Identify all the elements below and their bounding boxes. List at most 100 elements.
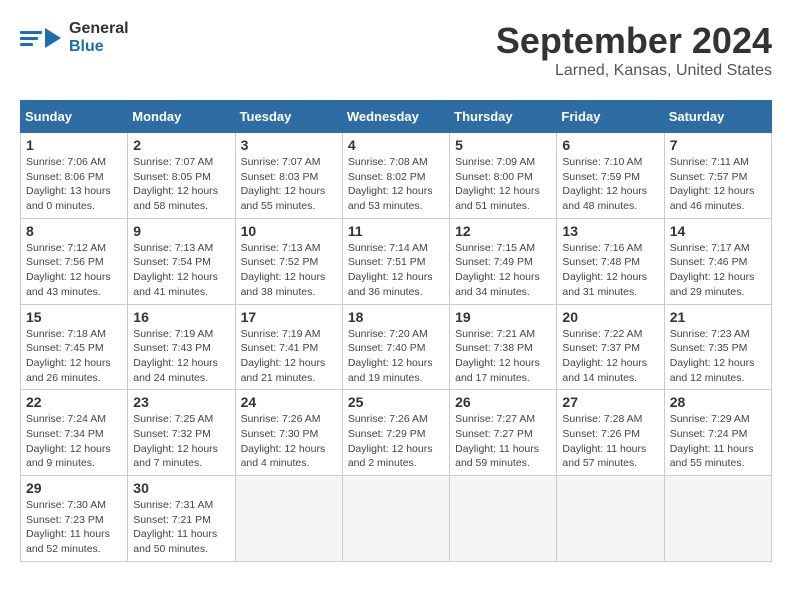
day-info: Sunrise: 7:21 AMSunset: 7:38 PMDaylight:…	[455, 328, 540, 384]
logo-graphic	[20, 28, 61, 48]
day-cell-9: 9 Sunrise: 7:13 AMSunset: 7:54 PMDayligh…	[128, 218, 235, 304]
calendar-table: SundayMondayTuesdayWednesdayThursdayFrid…	[20, 100, 772, 562]
day-number: 27	[562, 394, 658, 410]
col-header-sunday: Sunday	[21, 101, 128, 133]
empty-cell	[664, 476, 771, 562]
col-header-wednesday: Wednesday	[342, 101, 449, 133]
day-cell-30: 30 Sunrise: 7:31 AMSunset: 7:21 PMDaylig…	[128, 476, 235, 562]
day-number: 16	[133, 309, 229, 325]
day-info: Sunrise: 7:08 AMSunset: 8:02 PMDaylight:…	[348, 156, 433, 212]
day-number: 10	[241, 223, 337, 239]
day-info: Sunrise: 7:23 AMSunset: 7:35 PMDaylight:…	[670, 328, 755, 384]
calendar-header-row: SundayMondayTuesdayWednesdayThursdayFrid…	[21, 101, 772, 133]
day-number: 12	[455, 223, 551, 239]
day-info: Sunrise: 7:09 AMSunset: 8:00 PMDaylight:…	[455, 156, 540, 212]
logo-text: General Blue	[69, 20, 129, 56]
day-number: 19	[455, 309, 551, 325]
day-number: 3	[241, 137, 337, 153]
day-cell-1: 1 Sunrise: 7:06 AMSunset: 8:06 PMDayligh…	[21, 133, 128, 219]
day-info: Sunrise: 7:07 AMSunset: 8:05 PMDaylight:…	[133, 156, 218, 212]
day-info: Sunrise: 7:07 AMSunset: 8:03 PMDaylight:…	[241, 156, 326, 212]
day-cell-8: 8 Sunrise: 7:12 AMSunset: 7:56 PMDayligh…	[21, 218, 128, 304]
day-number: 20	[562, 309, 658, 325]
day-cell-19: 19 Sunrise: 7:21 AMSunset: 7:38 PMDaylig…	[450, 304, 557, 390]
day-number: 6	[562, 137, 658, 153]
day-number: 25	[348, 394, 444, 410]
day-number: 9	[133, 223, 229, 239]
day-cell-5: 5 Sunrise: 7:09 AMSunset: 8:00 PMDayligh…	[450, 133, 557, 219]
day-number: 8	[26, 223, 122, 239]
calendar-week-row: 15 Sunrise: 7:18 AMSunset: 7:45 PMDaylig…	[21, 304, 772, 390]
day-cell-16: 16 Sunrise: 7:19 AMSunset: 7:43 PMDaylig…	[128, 304, 235, 390]
day-info: Sunrise: 7:13 AMSunset: 7:52 PMDaylight:…	[241, 242, 326, 298]
day-info: Sunrise: 7:25 AMSunset: 7:32 PMDaylight:…	[133, 413, 218, 469]
day-info: Sunrise: 7:12 AMSunset: 7:56 PMDaylight:…	[26, 242, 111, 298]
day-cell-28: 28 Sunrise: 7:29 AMSunset: 7:24 PMDaylig…	[664, 390, 771, 476]
empty-cell	[557, 476, 664, 562]
col-header-tuesday: Tuesday	[235, 101, 342, 133]
page-header: General Blue September 2024 Larned, Kans…	[20, 20, 772, 90]
day-cell-20: 20 Sunrise: 7:22 AMSunset: 7:37 PMDaylig…	[557, 304, 664, 390]
calendar-title-section: September 2024 Larned, Kansas, United St…	[496, 20, 772, 80]
day-number: 28	[670, 394, 766, 410]
day-info: Sunrise: 7:13 AMSunset: 7:54 PMDaylight:…	[133, 242, 218, 298]
day-number: 21	[670, 309, 766, 325]
day-info: Sunrise: 7:24 AMSunset: 7:34 PMDaylight:…	[26, 413, 111, 469]
day-info: Sunrise: 7:06 AMSunset: 8:06 PMDaylight:…	[26, 156, 111, 212]
day-cell-25: 25 Sunrise: 7:26 AMSunset: 7:29 PMDaylig…	[342, 390, 449, 476]
day-info: Sunrise: 7:15 AMSunset: 7:49 PMDaylight:…	[455, 242, 540, 298]
day-number: 29	[26, 480, 122, 496]
day-cell-6: 6 Sunrise: 7:10 AMSunset: 7:59 PMDayligh…	[557, 133, 664, 219]
day-number: 22	[26, 394, 122, 410]
day-info: Sunrise: 7:19 AMSunset: 7:41 PMDaylight:…	[241, 328, 326, 384]
day-info: Sunrise: 7:27 AMSunset: 7:27 PMDaylight:…	[455, 413, 539, 469]
calendar-week-row: 8 Sunrise: 7:12 AMSunset: 7:56 PMDayligh…	[21, 218, 772, 304]
day-info: Sunrise: 7:30 AMSunset: 7:23 PMDaylight:…	[26, 499, 110, 555]
day-cell-26: 26 Sunrise: 7:27 AMSunset: 7:27 PMDaylig…	[450, 390, 557, 476]
day-info: Sunrise: 7:26 AMSunset: 7:30 PMDaylight:…	[241, 413, 326, 469]
calendar-week-row: 1 Sunrise: 7:06 AMSunset: 8:06 PMDayligh…	[21, 133, 772, 219]
day-number: 2	[133, 137, 229, 153]
calendar-week-row: 22 Sunrise: 7:24 AMSunset: 7:34 PMDaylig…	[21, 390, 772, 476]
day-cell-22: 22 Sunrise: 7:24 AMSunset: 7:34 PMDaylig…	[21, 390, 128, 476]
day-number: 5	[455, 137, 551, 153]
day-number: 30	[133, 480, 229, 496]
day-info: Sunrise: 7:31 AMSunset: 7:21 PMDaylight:…	[133, 499, 217, 555]
col-header-monday: Monday	[128, 101, 235, 133]
day-info: Sunrise: 7:29 AMSunset: 7:24 PMDaylight:…	[670, 413, 754, 469]
day-number: 7	[670, 137, 766, 153]
day-cell-11: 11 Sunrise: 7:14 AMSunset: 7:51 PMDaylig…	[342, 218, 449, 304]
col-header-saturday: Saturday	[664, 101, 771, 133]
col-header-thursday: Thursday	[450, 101, 557, 133]
day-cell-18: 18 Sunrise: 7:20 AMSunset: 7:40 PMDaylig…	[342, 304, 449, 390]
day-cell-23: 23 Sunrise: 7:25 AMSunset: 7:32 PMDaylig…	[128, 390, 235, 476]
day-info: Sunrise: 7:20 AMSunset: 7:40 PMDaylight:…	[348, 328, 433, 384]
location-subtitle: Larned, Kansas, United States	[496, 62, 772, 80]
day-cell-14: 14 Sunrise: 7:17 AMSunset: 7:46 PMDaylig…	[664, 218, 771, 304]
day-cell-29: 29 Sunrise: 7:30 AMSunset: 7:23 PMDaylig…	[21, 476, 128, 562]
day-number: 15	[26, 309, 122, 325]
day-number: 1	[26, 137, 122, 153]
day-number: 4	[348, 137, 444, 153]
calendar-week-row: 29 Sunrise: 7:30 AMSunset: 7:23 PMDaylig…	[21, 476, 772, 562]
day-cell-21: 21 Sunrise: 7:23 AMSunset: 7:35 PMDaylig…	[664, 304, 771, 390]
day-info: Sunrise: 7:17 AMSunset: 7:46 PMDaylight:…	[670, 242, 755, 298]
day-cell-24: 24 Sunrise: 7:26 AMSunset: 7:30 PMDaylig…	[235, 390, 342, 476]
day-info: Sunrise: 7:10 AMSunset: 7:59 PMDaylight:…	[562, 156, 647, 212]
day-number: 23	[133, 394, 229, 410]
day-info: Sunrise: 7:22 AMSunset: 7:37 PMDaylight:…	[562, 328, 647, 384]
logo: General Blue	[20, 20, 129, 56]
day-number: 11	[348, 223, 444, 239]
day-cell-15: 15 Sunrise: 7:18 AMSunset: 7:45 PMDaylig…	[21, 304, 128, 390]
month-title: September 2024	[496, 20, 772, 62]
day-info: Sunrise: 7:19 AMSunset: 7:43 PMDaylight:…	[133, 328, 218, 384]
day-cell-2: 2 Sunrise: 7:07 AMSunset: 8:05 PMDayligh…	[128, 133, 235, 219]
day-info: Sunrise: 7:26 AMSunset: 7:29 PMDaylight:…	[348, 413, 433, 469]
day-number: 18	[348, 309, 444, 325]
day-info: Sunrise: 7:18 AMSunset: 7:45 PMDaylight:…	[26, 328, 111, 384]
day-number: 17	[241, 309, 337, 325]
empty-cell	[235, 476, 342, 562]
day-info: Sunrise: 7:14 AMSunset: 7:51 PMDaylight:…	[348, 242, 433, 298]
day-cell-13: 13 Sunrise: 7:16 AMSunset: 7:48 PMDaylig…	[557, 218, 664, 304]
day-cell-3: 3 Sunrise: 7:07 AMSunset: 8:03 PMDayligh…	[235, 133, 342, 219]
